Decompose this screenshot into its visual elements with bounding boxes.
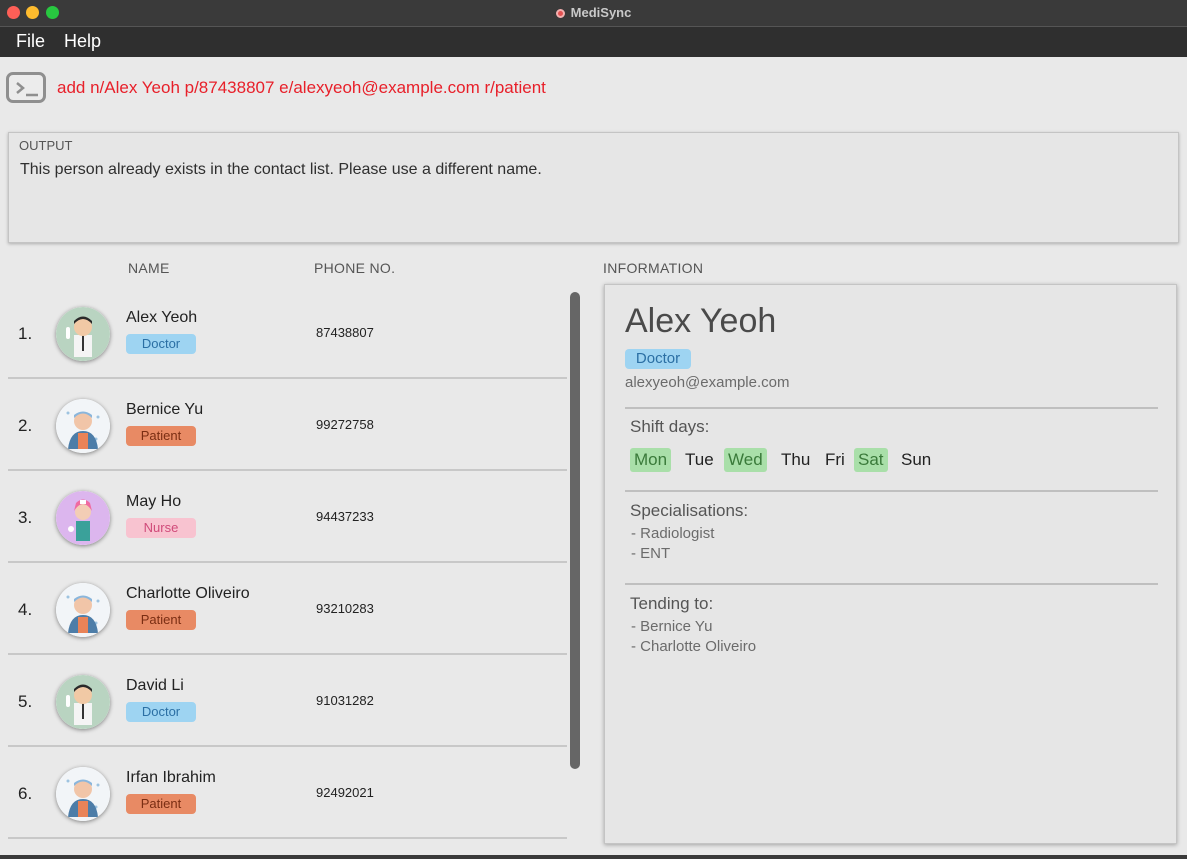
- window-title: MediSync: [0, 0, 1187, 26]
- info-email: alexyeoh@example.com: [625, 374, 790, 391]
- patient-avatar-icon: [56, 583, 110, 637]
- person-name: David Li: [126, 677, 184, 694]
- person-row[interactable]: 6. Irfan Ibrahim Patient 92492021: [8, 747, 567, 839]
- doctor-avatar-icon: [56, 675, 110, 729]
- person-list-scrollbar[interactable]: [570, 292, 580, 769]
- menu-bar: File Help: [0, 26, 1187, 57]
- command-input[interactable]: add n/Alex Yeoh p/87438807 e/alexyeoh@ex…: [57, 78, 546, 98]
- shift-day-wed: Wed: [724, 448, 767, 472]
- shift-day-sun: Sun: [901, 450, 932, 469]
- shift-day-mon: Mon: [630, 448, 672, 472]
- info-person-name: Alex Yeoh: [625, 302, 777, 340]
- column-header-information: INFORMATION: [603, 260, 704, 276]
- row-index: 6.: [18, 784, 33, 803]
- role-tag: Nurse: [126, 518, 196, 538]
- person-phone: 94437233: [316, 509, 374, 524]
- divider: [625, 407, 1158, 409]
- terminal-icon: [6, 72, 46, 103]
- role-tag: Patient: [126, 426, 196, 446]
- person-phone: 93210283: [316, 601, 374, 616]
- divider: [625, 490, 1158, 492]
- shift-day-thu: Thu: [781, 450, 811, 469]
- column-header-phone: PHONE NO.: [314, 260, 396, 276]
- shift-day-sat: Sat: [854, 448, 888, 472]
- window-title-text: MediSync: [570, 5, 632, 20]
- row-index: 5.: [18, 692, 33, 711]
- output-message: This person already exists in the contac…: [20, 161, 542, 178]
- app-icon: [555, 9, 565, 18]
- bottom-border: [0, 855, 1187, 859]
- role-tag: Patient: [126, 794, 196, 814]
- person-row[interactable]: 4. Charlotte Oliveiro Patient 93210283: [8, 563, 567, 655]
- shift-day-tue: Tue: [685, 450, 714, 469]
- role-tag: Doctor: [126, 702, 196, 722]
- person-phone: 87438807: [316, 325, 374, 340]
- divider: [625, 583, 1158, 585]
- tending-to-title: Tending to:: [630, 594, 714, 613]
- row-index: 3.: [18, 508, 33, 527]
- shift-days-title: Shift days:: [630, 417, 710, 436]
- person-list[interactable]: 1. Alex Yeoh Doctor 87438807 2. Bernice …: [8, 287, 567, 859]
- specialisation-item: - ENT: [631, 545, 671, 562]
- person-name: Irfan Ibrahim: [126, 769, 216, 786]
- patient-avatar-icon: [56, 399, 110, 453]
- nurse-avatar-icon: [56, 491, 110, 545]
- menu-file[interactable]: File: [16, 31, 45, 52]
- title-bar: MediSync: [0, 0, 1187, 26]
- row-index: 4.: [18, 600, 33, 619]
- tending-item: - Charlotte Oliveiro: [631, 638, 757, 655]
- role-tag: Patient: [126, 610, 196, 630]
- output-panel: OUTPUT This person already exists in the…: [8, 132, 1179, 243]
- info-role-tag: Doctor: [625, 349, 691, 369]
- person-phone: 99272758: [316, 417, 374, 432]
- column-header-name: NAME: [128, 260, 170, 276]
- person-row[interactable]: 1. Alex Yeoh Doctor 87438807: [8, 287, 567, 379]
- person-phone: 91031282: [316, 693, 374, 708]
- doctor-avatar-icon: [56, 307, 110, 361]
- specialisations-title: Specialisations:: [630, 501, 749, 520]
- person-row[interactable]: 5. David Li Doctor 91031282: [8, 655, 567, 747]
- person-phone: 92492021: [316, 785, 374, 800]
- person-name: Bernice Yu: [126, 401, 204, 418]
- person-name: Charlotte Oliveiro: [126, 585, 250, 602]
- role-tag: Doctor: [126, 334, 196, 354]
- information-panel: Alex Yeoh Doctor alexyeoh@example.com Sh…: [604, 284, 1177, 844]
- person-row[interactable]: 3. May Ho Nurse 94437233: [8, 471, 567, 563]
- person-name: Alex Yeoh: [126, 309, 198, 326]
- output-label: OUTPUT: [19, 138, 73, 153]
- specialisation-item: - Radiologist: [631, 525, 715, 542]
- menu-help[interactable]: Help: [64, 31, 101, 52]
- shift-day-fri: Fri: [825, 450, 845, 469]
- person-row[interactable]: 2. Bernice Yu Patient 99272758: [8, 379, 567, 471]
- tending-item: - Bernice Yu: [631, 618, 713, 635]
- person-name: May Ho: [126, 493, 182, 510]
- patient-avatar-icon: [56, 767, 110, 821]
- row-index: 1.: [18, 324, 33, 343]
- row-index: 2.: [18, 416, 33, 435]
